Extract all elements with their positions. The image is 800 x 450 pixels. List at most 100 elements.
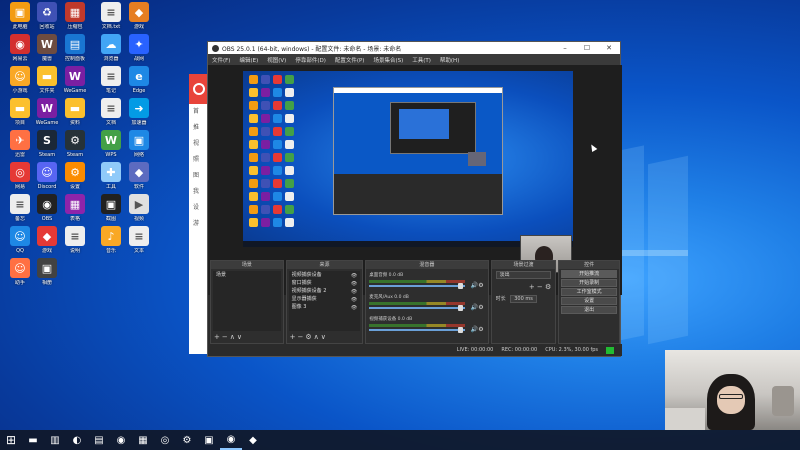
scenes-toolbar[interactable]: +−∧∨ [214, 333, 244, 341]
taskbar-app-3-icon[interactable]: ◉ [110, 430, 132, 450]
volume-slider[interactable] [369, 285, 466, 287]
obs-menu-item[interactable]: 停靠部件(D) [295, 56, 326, 64]
obs-window[interactable]: OBS 25.0.1 (64-bit, windows) - 配置文件: 未命名… [207, 41, 622, 357]
desktop-icon[interactable]: ≡ 说明 [57, 226, 93, 254]
preview-canvas[interactable] [243, 71, 573, 247]
maximize-button[interactable]: ☐ [576, 44, 598, 52]
taskbar-steam-icon[interactable]: ⚙ [176, 430, 198, 450]
taskbar-app-1-icon[interactable]: ▥ [44, 430, 66, 450]
mixer-mute-gear-icons[interactable]: 🔊⚙ [471, 304, 484, 311]
mixer-mute-gear-icons[interactable]: 🔊⚙ [471, 282, 484, 289]
volume-slider[interactable] [369, 307, 466, 309]
taskbar-app-6-icon[interactable]: ◆ [242, 430, 264, 450]
desktop-icon[interactable]: ▣ 相册 [29, 258, 65, 286]
duration-label: 时长 [495, 296, 506, 302]
volume-meter [369, 302, 466, 305]
side-app-menu-item[interactable]: 游 [189, 216, 209, 232]
control-button[interactable]: 退出 [561, 306, 617, 314]
duration-row[interactable]: 时长 300 ms [492, 293, 556, 304]
desktop-icon[interactable]: ≡ 文本 [121, 226, 157, 254]
obs-menu-item[interactable]: 场景集合(S) [373, 56, 403, 64]
visibility-eye-icon[interactable]: 👁 [351, 304, 357, 312]
desktop-app-icon: ✈ [10, 130, 30, 150]
desktop-icon[interactable]: W WeGame [57, 66, 93, 94]
desktop-icon-label: 游戏 [133, 24, 144, 30]
control-button[interactable]: 设置 [561, 297, 617, 305]
desktop-icon[interactable]: ⚙ 设置 [57, 162, 93, 190]
obs-menu-item[interactable]: 文件(F) [212, 56, 230, 64]
desktop-icon[interactable]: ◆ 软件 [121, 162, 157, 190]
scenes-list[interactable]: 场景 [213, 271, 281, 331]
minimize-button[interactable]: – [554, 44, 576, 52]
sources-toolbar[interactable]: +−⚙∧∨ [290, 333, 328, 341]
desktop-icon[interactable]: ✦ 战网 [121, 34, 157, 62]
side-app-menu-item[interactable]: 图 [189, 168, 209, 184]
side-app-menu-item[interactable]: 视 [189, 136, 209, 152]
preview-desktop-icon [273, 114, 282, 123]
desktop-app-icon: W [37, 34, 57, 54]
desktop-icon[interactable]: e Edge [121, 66, 157, 94]
control-button[interactable]: 开始录制 [561, 279, 617, 287]
control-button[interactable]: 工作室模式 [561, 288, 617, 296]
webcam-overlay [665, 350, 800, 430]
preview-desktop-icon [285, 127, 294, 136]
control-button[interactable]: 开始推流 [561, 270, 617, 278]
side-app-menu-item[interactable]: 推 [189, 120, 209, 136]
obs-menu-item[interactable]: 帮助(H) [440, 56, 459, 64]
obs-menu-item[interactable]: 配置文件(P) [335, 56, 365, 64]
desktop-icon-label: 控制面板 [64, 56, 85, 62]
duration-value[interactable]: 300 ms [510, 295, 537, 303]
desktop-icon[interactable]: ⚙ Steam [57, 130, 93, 158]
preview-desktop-icon [249, 127, 258, 136]
desktop-icon[interactable]: ➜ 加速器 [121, 98, 157, 126]
desktop-icon[interactable]: ▶ 视频 [121, 194, 157, 222]
desktop-icon[interactable]: ◆ 游戏 [121, 2, 157, 30]
sources-list[interactable]: 视频捕获设备 👁 窗口捕获 👁 视频捕获设备 2 👁 显示器捕获 👁 图像 3 👁 [288, 271, 361, 331]
transition-select[interactable]: 淡出 [495, 271, 552, 279]
desktop-app-icon: ▬ [65, 98, 85, 118]
source-item[interactable]: 窗口捕获 👁 [289, 279, 361, 287]
desktop-app-icon: ▣ [10, 2, 30, 22]
desktop-app-icon: ◆ [37, 226, 57, 246]
side-app-menu-item[interactable]: 设 [189, 200, 209, 216]
sources-dock: 来源 视频捕获设备 👁 窗口捕获 👁 视频捕获设备 2 👁 显示器捕获 👁 图像 3 👁 +−⚙∧… [285, 260, 364, 344]
side-app-menu-item[interactable]: 我 [189, 184, 209, 200]
windows-taskbar: ⊞ ▬ ▥ ◐ ▤ ◉ ▦ ◎ ⚙ ▣ ◉ ◆ [0, 430, 800, 450]
desktop-icon[interactable]: ▦ 表格 [57, 194, 93, 222]
obs-menu-item[interactable]: 编辑(E) [239, 56, 258, 64]
side-app-window[interactable]: 首推视照图我设游 [189, 74, 209, 354]
source-item[interactable]: 图像 3 👁 [289, 303, 361, 311]
transition-toolbar[interactable]: + − ⚙ [492, 281, 556, 293]
taskbar-app-2-icon[interactable]: ▤ [88, 430, 110, 450]
taskbar-explorer-icon[interactable]: ▬ [22, 430, 44, 450]
close-button[interactable]: ✕ [598, 44, 620, 52]
desktop-icon[interactable]: ▣ 网络 [121, 130, 157, 158]
mixer-channel: 视频捕获设备 0.0 dB 🔊⚙ [366, 315, 487, 337]
mixer-mute-gear-icons[interactable]: 🔊⚙ [471, 326, 484, 333]
desktop-icon[interactable]: ▦ 压缩包 [57, 2, 93, 30]
scene-item[interactable]: 场景 [213, 271, 281, 279]
obs-menu-item[interactable]: 视图(V) [267, 56, 286, 64]
taskbar-edge-icon[interactable]: ◐ [66, 430, 88, 450]
start-button-icon[interactable]: ⊞ [0, 430, 22, 450]
desktop-icon[interactable]: ▬ 资料 [57, 98, 93, 126]
preview-desktop-icon [285, 179, 294, 188]
obs-menu-item[interactable]: 工具(T) [412, 56, 431, 64]
side-app-menu-item[interactable]: 照 [189, 152, 209, 168]
taskbar-app-5-icon[interactable]: ▣ [198, 430, 220, 450]
volume-slider-handle[interactable] [458, 305, 464, 311]
obs-titlebar[interactable]: OBS 25.0.1 (64-bit, windows) - 配置文件: 未命名… [208, 42, 620, 54]
desktop-icon[interactable]: ▤ 控制面板 [57, 34, 93, 62]
volume-slider[interactable] [369, 329, 466, 331]
mixer-channel: 桌面音频 0.0 dB 🔊⚙ [366, 271, 487, 293]
taskbar-obs-icon[interactable]: ◉ [220, 430, 242, 450]
source-item[interactable]: 视频捕获设备 2 👁 [289, 287, 361, 295]
source-item[interactable]: 视频捕获设备 👁 [289, 271, 361, 279]
taskbar-wangyiyun-icon[interactable]: ◎ [154, 430, 176, 450]
volume-slider-handle[interactable] [458, 283, 464, 289]
volume-slider-handle[interactable] [458, 327, 464, 333]
side-app-menu-item[interactable]: 首 [189, 104, 209, 120]
source-item[interactable]: 显示器捕获 👁 [289, 295, 361, 303]
taskbar-app-4-icon[interactable]: ▦ [132, 430, 154, 450]
preview-desktop-icon [261, 75, 270, 84]
